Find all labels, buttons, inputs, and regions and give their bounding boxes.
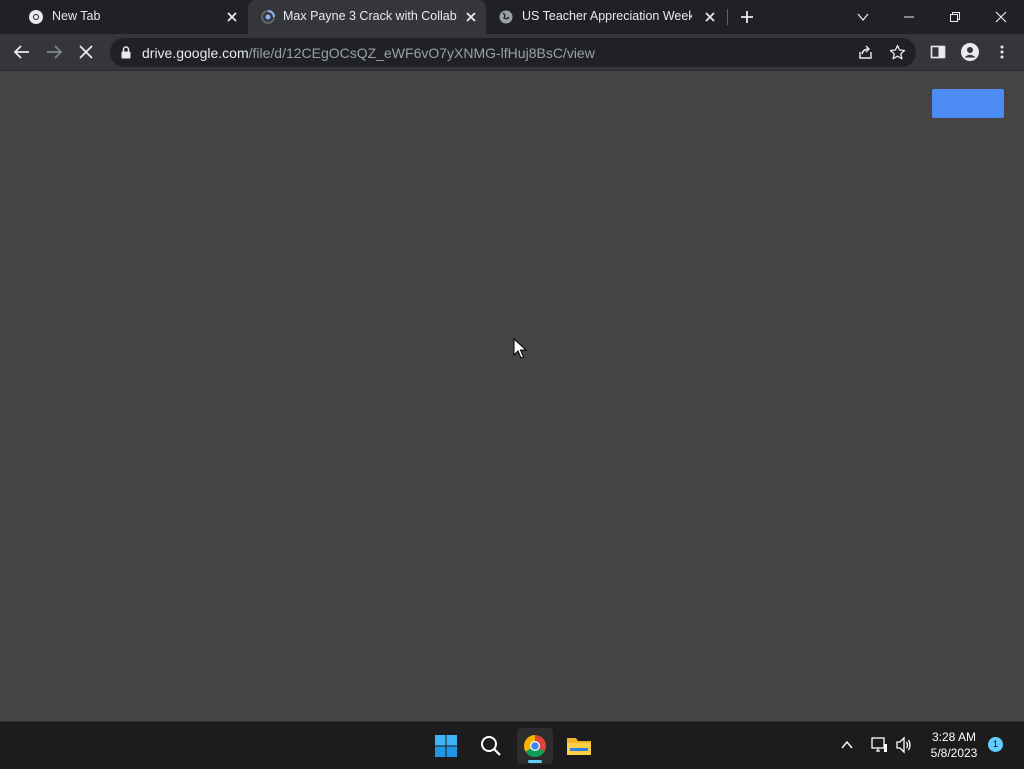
tab-search-button[interactable] [840,0,886,34]
tab-teacher-appreciation[interactable]: US Teacher Appreciation Week - [486,0,724,34]
system-clock[interactable]: 3:28 AM 5/8/2023 [922,729,986,761]
chrome-icon [29,10,43,24]
start-button[interactable] [428,728,464,764]
avatar-icon [961,43,979,61]
start-icon [435,735,457,757]
side-panel-icon [930,45,946,59]
search-button[interactable] [473,728,509,764]
chevron-up-icon[interactable] [840,738,854,752]
network-icon[interactable] [870,736,888,754]
globe-icon [499,10,513,24]
loading-icon [261,10,275,24]
back-button[interactable] [8,38,36,66]
file-explorer-button[interactable] [561,728,597,764]
close-window-button[interactable] [978,0,1024,34]
active-app-indicator [528,760,542,763]
mouse-cursor-icon [513,338,527,359]
close-icon[interactable] [224,9,240,25]
more-vertical-icon [1000,45,1004,59]
arrow-left-icon [13,45,29,59]
close-icon[interactable] [702,9,718,25]
minimize-button[interactable] [886,0,932,34]
tab-title: US Teacher Appreciation Week - [522,9,692,23]
address-bar[interactable]: drive.google.com/file/d/12CEgOCsQZ_eWF6v… [110,38,916,67]
tab-title: New Tab [52,9,101,23]
url-host: drive.google.com [142,45,249,61]
page-content [0,71,1024,721]
tab-strip: New Tab Max Payne 3 Crack with CollabVM … [0,0,1024,34]
clock-date: 5/8/2023 [930,746,978,760]
close-icon [79,45,93,59]
blue-action-button[interactable] [932,89,1004,118]
minimize-icon [904,16,914,18]
share-icon[interactable] [857,44,874,61]
browser-toolbar: drive.google.com/file/d/12CEgOCsQZ_eWF6v… [0,34,1024,71]
url-text[interactable]: drive.google.com/file/d/12CEgOCsQZ_eWF6v… [142,45,595,61]
restore-icon [950,12,960,22]
arrow-right-icon [47,45,63,59]
new-tab-button[interactable] [725,0,769,34]
profile-button[interactable] [956,38,984,66]
tab-new-tab[interactable]: New Tab [8,0,246,34]
tab-title: Max Payne 3 Crack with CollabVM [283,9,457,23]
side-panel-button[interactable] [924,38,952,66]
menu-button[interactable] [988,38,1016,66]
stop-loading-button[interactable] [72,38,100,66]
taskbar: 3:28 AM 5/8/2023 1 [0,721,1024,769]
chevron-down-icon [857,13,869,22]
plus-icon [741,11,753,23]
star-icon[interactable] [889,44,906,61]
clock-time: 3:28 AM [931,730,977,744]
url-path: /file/d/12CEgOCsQZ_eWF6vO7yXNMG-lfHuj8Bs… [248,45,595,61]
file-explorer-icon [567,738,591,755]
volume-icon[interactable] [895,736,913,754]
search-icon [481,736,501,756]
forward-button[interactable] [40,38,68,66]
taskbar-chrome-button[interactable] [517,728,553,764]
restore-button[interactable] [932,0,978,34]
tab-max-payne[interactable]: Max Payne 3 Crack with CollabVM [248,0,486,34]
lock-icon[interactable] [120,46,132,59]
chrome-icon [524,735,546,757]
close-icon [995,11,1007,23]
close-icon[interactable] [463,9,479,25]
notification-badge[interactable]: 1 [988,737,1003,752]
